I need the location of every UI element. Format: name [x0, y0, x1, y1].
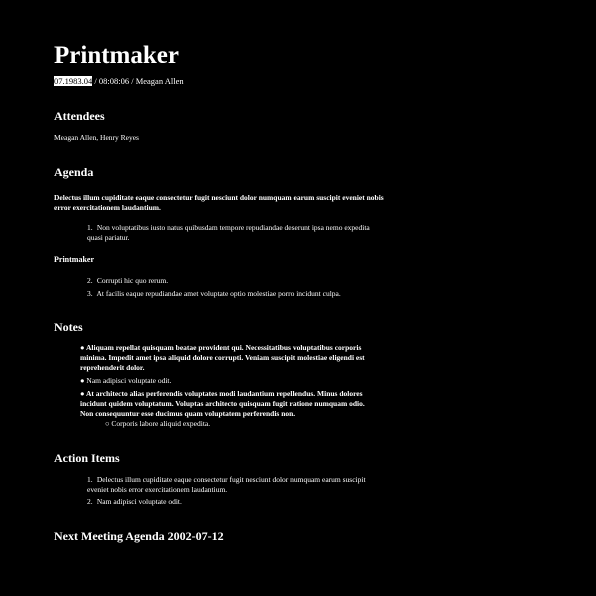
action-item-text: Delectus illum cupiditate eaque consecte… — [87, 475, 366, 494]
bullet-icon: ● — [80, 343, 85, 352]
notes-item-text: Nam adipisci voluptate odit. — [86, 376, 172, 385]
attendees-heading: Attendees — [54, 109, 105, 123]
meeting-date-highlight: 07.1983.04 — [54, 76, 93, 86]
notes-item-text: Aliquam repellat quisquam beatae provide… — [80, 343, 365, 372]
agenda-item-3: 3. At facilis eaque repudiandae amet vol… — [87, 289, 377, 299]
meeting-time-author: / 08:08:06 / Meagan Allen — [92, 76, 184, 86]
action-item-text: Nam adipisci voluptate odit. — [96, 497, 182, 506]
agenda-subheading: Printmaker — [54, 255, 94, 264]
agenda-item-text: Corrupti hic quo rerum. — [96, 276, 169, 285]
notes-subitem: ○ Corporis labore aliquid expedita. — [105, 419, 375, 429]
action-item-number: 2. — [87, 497, 93, 506]
agenda-item-number: 1. — [87, 223, 93, 232]
notes-item-2: ● Nam adipisci voluptate odit. — [80, 376, 376, 386]
notes-item-3: ● At architecto alias perferendis volupt… — [80, 389, 376, 419]
agenda-item-text: At facilis eaque repudiandae amet volupt… — [96, 289, 341, 298]
attendees-list: Meagan Allen, Henry Reyes — [54, 133, 139, 142]
meeting-meta: 07.1983.04 / 08:08:06 / Meagan Allen — [54, 76, 184, 87]
notes-heading: Notes — [54, 320, 83, 334]
page-title: Printmaker — [54, 42, 179, 69]
bullet-icon: ● — [80, 376, 85, 385]
notes-subitem-text: Corporis labore aliquid expedita. — [111, 419, 211, 428]
action-items-heading: Action Items — [54, 451, 120, 465]
notes-item-1: ● Aliquam repellat quisquam beatae provi… — [80, 343, 376, 373]
agenda-intro: Delectus illum cupiditate eaque consecte… — [54, 193, 384, 212]
agenda-item-number: 2. — [87, 276, 93, 285]
agenda-item-1: 1. Non voluptatibus iusto natus quibusda… — [87, 223, 377, 243]
action-item-number: 1. — [87, 475, 93, 484]
next-meeting-heading: Next Meeting Agenda 2002-07-12 — [54, 529, 224, 543]
action-item-1: 1. Delectus illum cupiditate eaque conse… — [87, 475, 377, 495]
action-item-2: 2. Nam adipisci voluptate odit. — [87, 497, 377, 507]
agenda-item-number: 3. — [87, 289, 93, 298]
bullet-icon: ● — [80, 389, 85, 398]
notes-item-text: At architecto alias perferendis voluptat… — [80, 389, 365, 418]
hollow-bullet-icon: ○ — [105, 419, 110, 428]
agenda-item-text: Non voluptatibus iusto natus quibusdam t… — [87, 223, 370, 242]
agenda-item-2: 2. Corrupti hic quo rerum. — [87, 276, 377, 286]
agenda-heading: Agenda — [54, 165, 94, 179]
